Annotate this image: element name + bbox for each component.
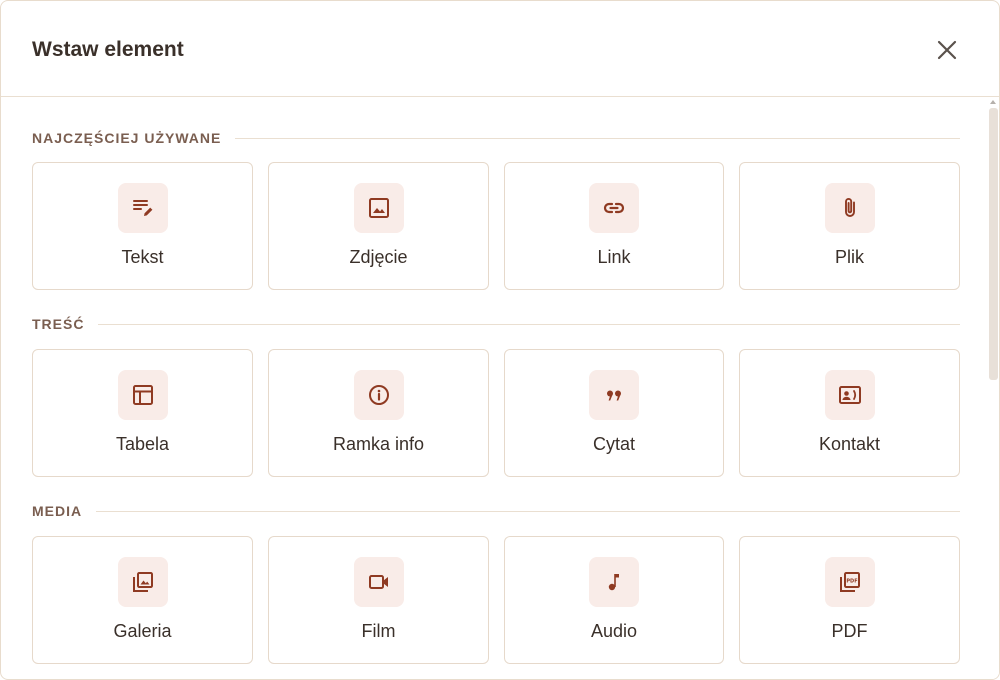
tile-label: Ramka info [332, 434, 425, 454]
pdf-icon: PDF [824, 557, 875, 607]
dialog-title: Wstaw element [32, 38, 184, 61]
tile-label: Zdjęcie [349, 247, 408, 267]
insert-info-box-tile[interactable]: Ramka info [268, 349, 489, 477]
insert-table-tile[interactable]: Tabela [32, 349, 253, 477]
section-divider [96, 510, 960, 512]
insert-link-tile[interactable]: Link [504, 162, 724, 290]
section-divider [235, 137, 960, 139]
tile-label: Tabela [115, 434, 170, 454]
gallery-icon [117, 557, 168, 607]
text-edit-icon [117, 183, 168, 233]
tile-label: PDF [831, 621, 868, 641]
dialog-body: NAJCZĘŚCIEJ UŻYWANE Tekst Zdjęcie Link P… [1, 98, 987, 679]
section-title: MEDIA [32, 503, 83, 519]
music-note-icon [589, 557, 639, 607]
tile-label: Kontakt [818, 434, 881, 454]
tile-label: Link [597, 247, 631, 267]
section-header-frequent: NAJCZĘŚCIEJ UŻYWANE [32, 128, 960, 148]
frequent-items-grid: Tekst Zdjęcie Link Plik [32, 162, 960, 290]
insert-video-tile[interactable]: Film [268, 536, 489, 664]
tile-label: Cytat [592, 434, 635, 454]
section-title: NAJCZĘŚCIEJ UŻYWANE [32, 130, 222, 146]
close-button[interactable] [933, 36, 961, 64]
section-header-media: MEDIA [32, 501, 960, 521]
insert-audio-tile[interactable]: Audio [504, 536, 724, 664]
media-items-grid: Galeria Film Audio PDF PDF [32, 536, 960, 664]
scrollbar-thumb[interactable] [989, 108, 998, 380]
dialog-header: Wstaw element [1, 1, 999, 97]
tile-label: Plik [834, 247, 864, 267]
tile-label: Film [361, 621, 396, 641]
insert-element-dialog: Wstaw element NAJCZĘŚCIEJ UŻYWANE Tekst [0, 0, 1000, 680]
content-items-grid: Tabela Ramka info Cytat Kontakt [32, 349, 960, 477]
video-camera-icon [353, 557, 404, 607]
insert-contact-tile[interactable]: Kontakt [739, 349, 960, 477]
contact-card-icon [824, 370, 875, 420]
close-icon [937, 40, 957, 60]
scroll-up-arrow-icon[interactable] [990, 100, 996, 104]
tile-label: Galeria [113, 621, 172, 641]
paperclip-icon [824, 183, 875, 233]
vertical-scrollbar[interactable] [987, 98, 999, 679]
insert-quote-tile[interactable]: Cytat [504, 349, 724, 477]
tile-label: Audio [590, 621, 638, 641]
insert-text-tile[interactable]: Tekst [32, 162, 253, 290]
quote-icon [589, 370, 639, 420]
insert-gallery-tile[interactable]: Galeria [32, 536, 253, 664]
image-icon [353, 183, 404, 233]
table-icon [117, 370, 168, 420]
insert-image-tile[interactable]: Zdjęcie [268, 162, 489, 290]
insert-file-tile[interactable]: Plik [739, 162, 960, 290]
insert-pdf-tile[interactable]: PDF PDF [739, 536, 960, 664]
link-icon [589, 183, 639, 233]
section-title: TREŚĆ [32, 316, 85, 332]
info-icon [353, 370, 404, 420]
svg-text:PDF: PDF [846, 578, 857, 584]
section-header-content: TREŚĆ [32, 314, 960, 334]
section-divider [98, 323, 960, 325]
tile-label: Tekst [121, 247, 164, 267]
